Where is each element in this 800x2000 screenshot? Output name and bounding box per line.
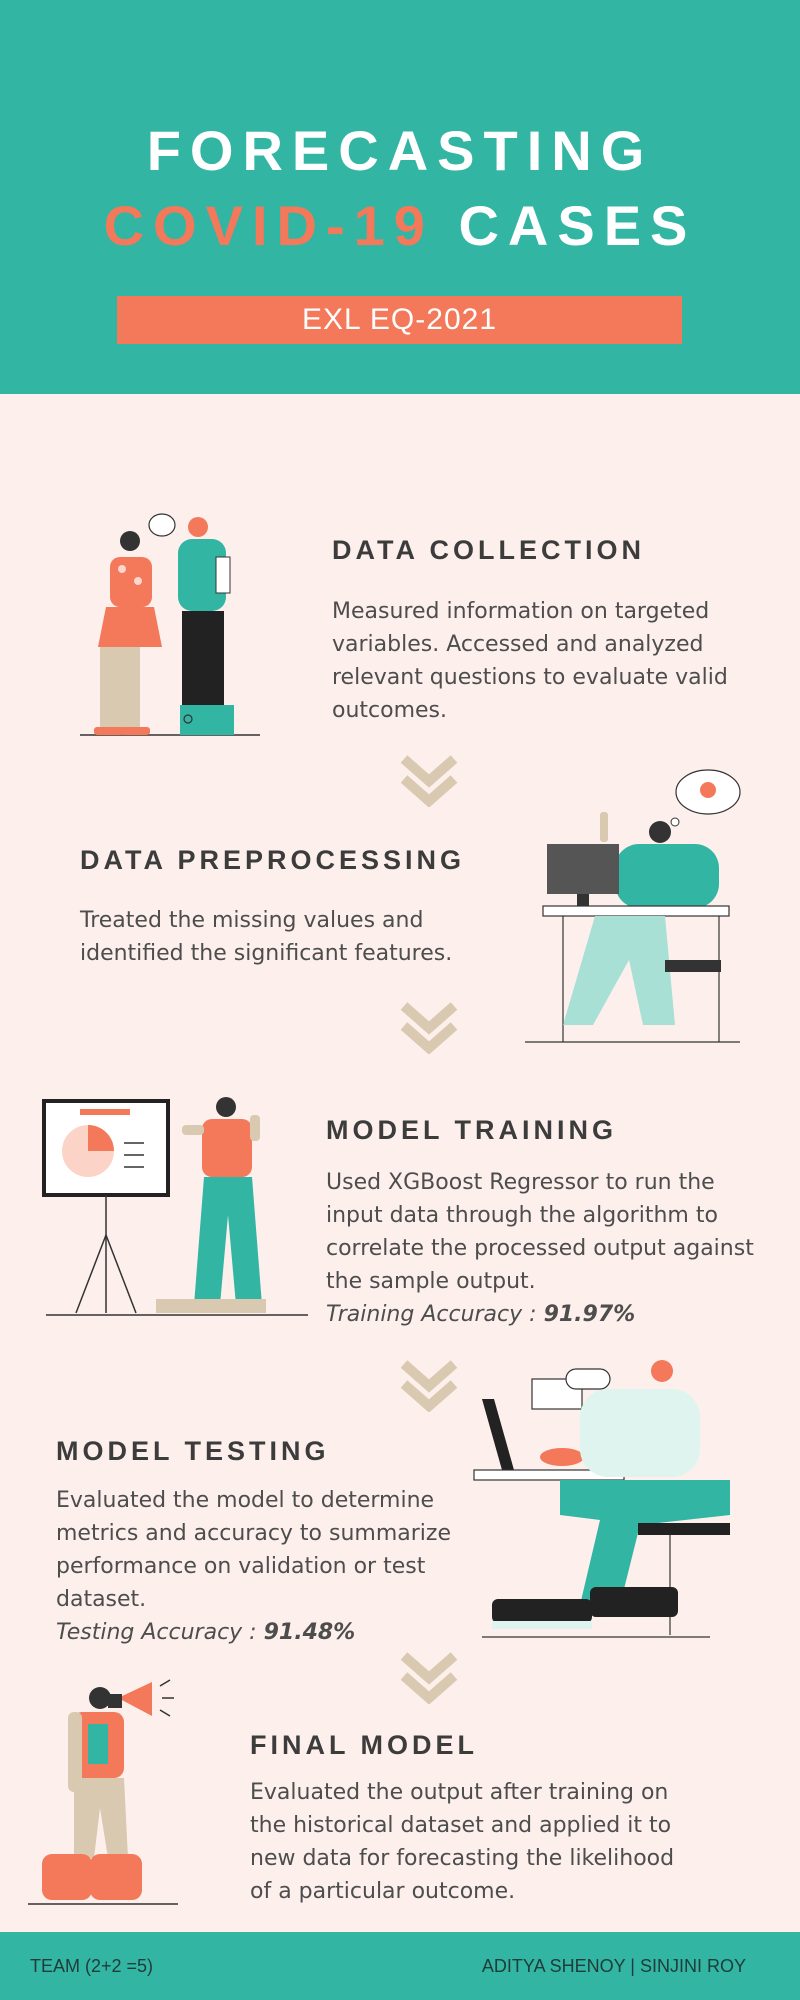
training-accuracy-value: 91.97% bbox=[543, 1302, 636, 1327]
person-at-desk-illustration bbox=[525, 769, 741, 1043]
step-title-data-preprocessing: DATA PREPROCESSING bbox=[80, 845, 466, 875]
title-cases: CASES bbox=[458, 194, 697, 257]
training-accuracy-label: Training Accuracy : bbox=[326, 1302, 544, 1327]
subtitle-bar: EXL EQ-2021 bbox=[117, 296, 682, 344]
footer-authors: ADITYA SHENOY | SINJINI ROY bbox=[481, 1956, 746, 1976]
person-with-megaphone-illustration bbox=[28, 1679, 178, 1905]
footer: TEAM (2+2 =5) ADITYA SHENOY | SINJINI RO… bbox=[0, 1932, 800, 2000]
title-accent-covid: COVID-19 bbox=[103, 194, 434, 257]
step-title-data-collection: DATA COLLECTION bbox=[332, 535, 645, 565]
step-body-data-collection: Measured information on targeted variabl… bbox=[332, 599, 728, 723]
step-body-model-testing: Evaluated the model to determine metrics… bbox=[56, 1484, 466, 1649]
header-banner: FORECASTING COVID-19 CASES EXL EQ-2021 bbox=[0, 0, 800, 394]
title-line-covid-cases: COVID-19 CASES bbox=[0, 193, 800, 258]
double-chevron-down-icon bbox=[400, 1652, 458, 1704]
step-text-model-testing: Evaluated the model to determine metrics… bbox=[56, 1488, 452, 1612]
testing-accuracy-value: 91.48% bbox=[263, 1620, 356, 1645]
step-body-final-model: Evaluated the output after training on t… bbox=[250, 1780, 675, 1904]
double-chevron-down-icon bbox=[400, 1360, 458, 1412]
person-with-laptop-illustration bbox=[473, 1360, 730, 1638]
two-people-with-tablet-illustration bbox=[80, 513, 260, 736]
double-chevron-down-icon bbox=[400, 1002, 458, 1054]
double-chevron-down-icon bbox=[400, 755, 458, 807]
step-title-model-training: MODEL TRAINING bbox=[326, 1115, 617, 1145]
training-accuracy: Training Accuracy : 91.97% bbox=[326, 1298, 776, 1331]
step-text-model-training: Used XGBoost Regressor to run the input … bbox=[326, 1170, 754, 1294]
testing-accuracy: Testing Accuracy : 91.48% bbox=[56, 1616, 466, 1649]
testing-accuracy-label: Testing Accuracy : bbox=[56, 1620, 264, 1645]
step-title-model-testing: MODEL TESTING bbox=[56, 1436, 330, 1466]
step-body-model-training: Used XGBoost Regressor to run the input … bbox=[326, 1166, 776, 1331]
footer-team: TEAM (2+2 =5) bbox=[30, 1956, 154, 1976]
step-body-data-preprocessing: Treated the missing values and identifie… bbox=[80, 908, 453, 966]
step-title-final-model: FINAL MODEL bbox=[250, 1730, 478, 1760]
title-line-forecasting: FORECASTING bbox=[146, 119, 654, 182]
presenter-with-pie-chart-illustration bbox=[42, 1097, 308, 1316]
